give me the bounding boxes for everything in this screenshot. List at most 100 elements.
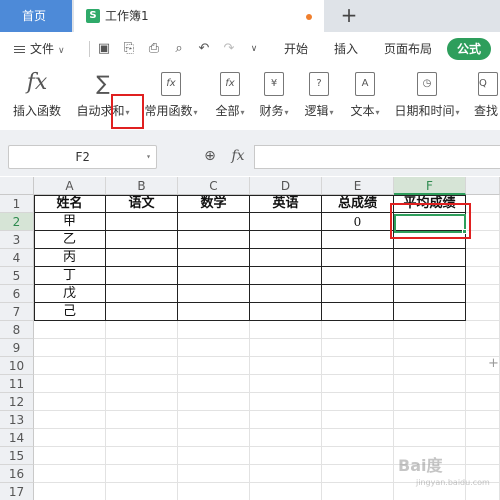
cell-d8[interactable] xyxy=(250,321,322,339)
row-header-8[interactable]: 8 xyxy=(0,321,34,339)
cell-d7[interactable] xyxy=(250,303,322,321)
cell-e9[interactable] xyxy=(322,339,394,357)
row-header-16[interactable]: 16 xyxy=(0,465,34,483)
cell-a5[interactable]: 丁 xyxy=(34,267,106,285)
cell-e7[interactable] xyxy=(322,303,394,321)
cell-a16[interactable] xyxy=(34,465,106,483)
cell-g11[interactable] xyxy=(466,375,500,393)
cell-g13[interactable] xyxy=(466,411,500,429)
cell-d17[interactable] xyxy=(250,483,322,500)
cell-d3[interactable] xyxy=(250,231,322,249)
cell-g10[interactable] xyxy=(466,357,500,375)
print-preview-icon[interactable]: ⌕ xyxy=(171,41,187,57)
column-header-d[interactable]: D xyxy=(250,177,322,195)
save-icon[interactable]: ▣ xyxy=(96,41,112,57)
cell-e8[interactable] xyxy=(322,321,394,339)
cell-c12[interactable] xyxy=(178,393,250,411)
cell-a4[interactable]: 丙 xyxy=(34,249,106,267)
all-functions-button[interactable]: fx 全部▾ xyxy=(208,66,252,130)
cell-c15[interactable] xyxy=(178,447,250,465)
cell-d4[interactable] xyxy=(250,249,322,267)
new-tab-button[interactable]: + xyxy=(338,4,360,26)
cell-g5[interactable] xyxy=(466,267,500,285)
dropdown-arrow-icon[interactable]: ▾ xyxy=(456,108,460,117)
cell-b4[interactable] xyxy=(106,249,178,267)
cell-b15[interactable] xyxy=(106,447,178,465)
cell-f5[interactable] xyxy=(394,267,466,285)
tab-home[interactable]: 首页 xyxy=(0,0,72,32)
cell-c10[interactable] xyxy=(178,357,250,375)
cell-a2[interactable]: 甲 xyxy=(34,213,106,231)
chevron-down-icon[interactable]: ∨ xyxy=(246,41,262,57)
cell-d5[interactable] xyxy=(250,267,322,285)
cell-a13[interactable] xyxy=(34,411,106,429)
cell-e4[interactable] xyxy=(322,249,394,267)
cell-d15[interactable] xyxy=(250,447,322,465)
cell-a12[interactable] xyxy=(34,393,106,411)
name-box[interactable]: F2 ▾ xyxy=(8,145,157,169)
cell-e13[interactable] xyxy=(322,411,394,429)
cell-b3[interactable] xyxy=(106,231,178,249)
cell-b17[interactable] xyxy=(106,483,178,500)
lookup-functions-button[interactable]: Q 查找 xyxy=(470,66,500,130)
dropdown-arrow-icon[interactable]: ▾ xyxy=(330,108,334,117)
cell-b10[interactable] xyxy=(106,357,178,375)
cell-c14[interactable] xyxy=(178,429,250,447)
cell-b2[interactable] xyxy=(106,213,178,231)
cell-c7[interactable] xyxy=(178,303,250,321)
tab-formula[interactable]: 公式 xyxy=(447,38,491,60)
row-header-2[interactable]: 2 xyxy=(0,213,34,231)
cell-e2[interactable]: 0 xyxy=(322,213,394,231)
dropdown-arrow-icon[interactable]: ▾ xyxy=(241,108,245,117)
row-header-9[interactable]: 9 xyxy=(0,339,34,357)
dropdown-arrow-icon[interactable]: ▾ xyxy=(285,108,289,117)
cell-e14[interactable] xyxy=(322,429,394,447)
cell-a8[interactable] xyxy=(34,321,106,339)
cell-a9[interactable] xyxy=(34,339,106,357)
cell-g14[interactable] xyxy=(466,429,500,447)
cell-g9[interactable] xyxy=(466,339,500,357)
cell-c2[interactable] xyxy=(178,213,250,231)
cell-c17[interactable] xyxy=(178,483,250,500)
tab-page-layout[interactable]: 页面布局 xyxy=(384,32,432,66)
row-header-6[interactable]: 6 xyxy=(0,285,34,303)
cell-c11[interactable] xyxy=(178,375,250,393)
cell-c3[interactable] xyxy=(178,231,250,249)
tab-insert[interactable]: 插入 xyxy=(334,32,358,66)
cell-a11[interactable] xyxy=(34,375,106,393)
cell-b13[interactable] xyxy=(106,411,178,429)
cell-a1[interactable]: 姓名 xyxy=(34,195,106,213)
tab-start[interactable]: 开始 xyxy=(284,32,308,66)
cell-g4[interactable] xyxy=(466,249,500,267)
cell-e16[interactable] xyxy=(322,465,394,483)
cell-g8[interactable] xyxy=(466,321,500,339)
logic-functions-button[interactable]: ? 逻辑▾ xyxy=(299,66,339,130)
cell-d1[interactable]: 英语 xyxy=(250,195,322,213)
cell-a15[interactable] xyxy=(34,447,106,465)
cell-e1[interactable]: 总成绩 xyxy=(322,195,394,213)
cell-d6[interactable] xyxy=(250,285,322,303)
column-header-f[interactable]: F xyxy=(394,177,466,195)
cell-c5[interactable] xyxy=(178,267,250,285)
cell-c4[interactable] xyxy=(178,249,250,267)
print-icon[interactable]: ⎙ xyxy=(146,41,162,57)
cell-f6[interactable] xyxy=(394,285,466,303)
dropdown-arrow-icon[interactable]: ▾ xyxy=(376,108,380,117)
column-header-e[interactable]: E xyxy=(322,177,394,195)
cell-b12[interactable] xyxy=(106,393,178,411)
dropdown-arrow-icon[interactable]: ▾ xyxy=(194,108,198,117)
cell-b9[interactable] xyxy=(106,339,178,357)
cell-f9[interactable] xyxy=(394,339,466,357)
cell-f13[interactable] xyxy=(394,411,466,429)
cell-d2[interactable] xyxy=(250,213,322,231)
cell-c9[interactable] xyxy=(178,339,250,357)
row-header-13[interactable]: 13 xyxy=(0,411,34,429)
tab-workbook[interactable]: S 工作簿1 xyxy=(74,0,324,32)
cell-f10[interactable] xyxy=(394,357,466,375)
cell-c6[interactable] xyxy=(178,285,250,303)
cell-f7[interactable] xyxy=(394,303,466,321)
cell-d11[interactable] xyxy=(250,375,322,393)
select-all-corner[interactable] xyxy=(0,177,34,195)
cell-c1[interactable]: 数学 xyxy=(178,195,250,213)
cell-a7[interactable]: 己 xyxy=(34,303,106,321)
